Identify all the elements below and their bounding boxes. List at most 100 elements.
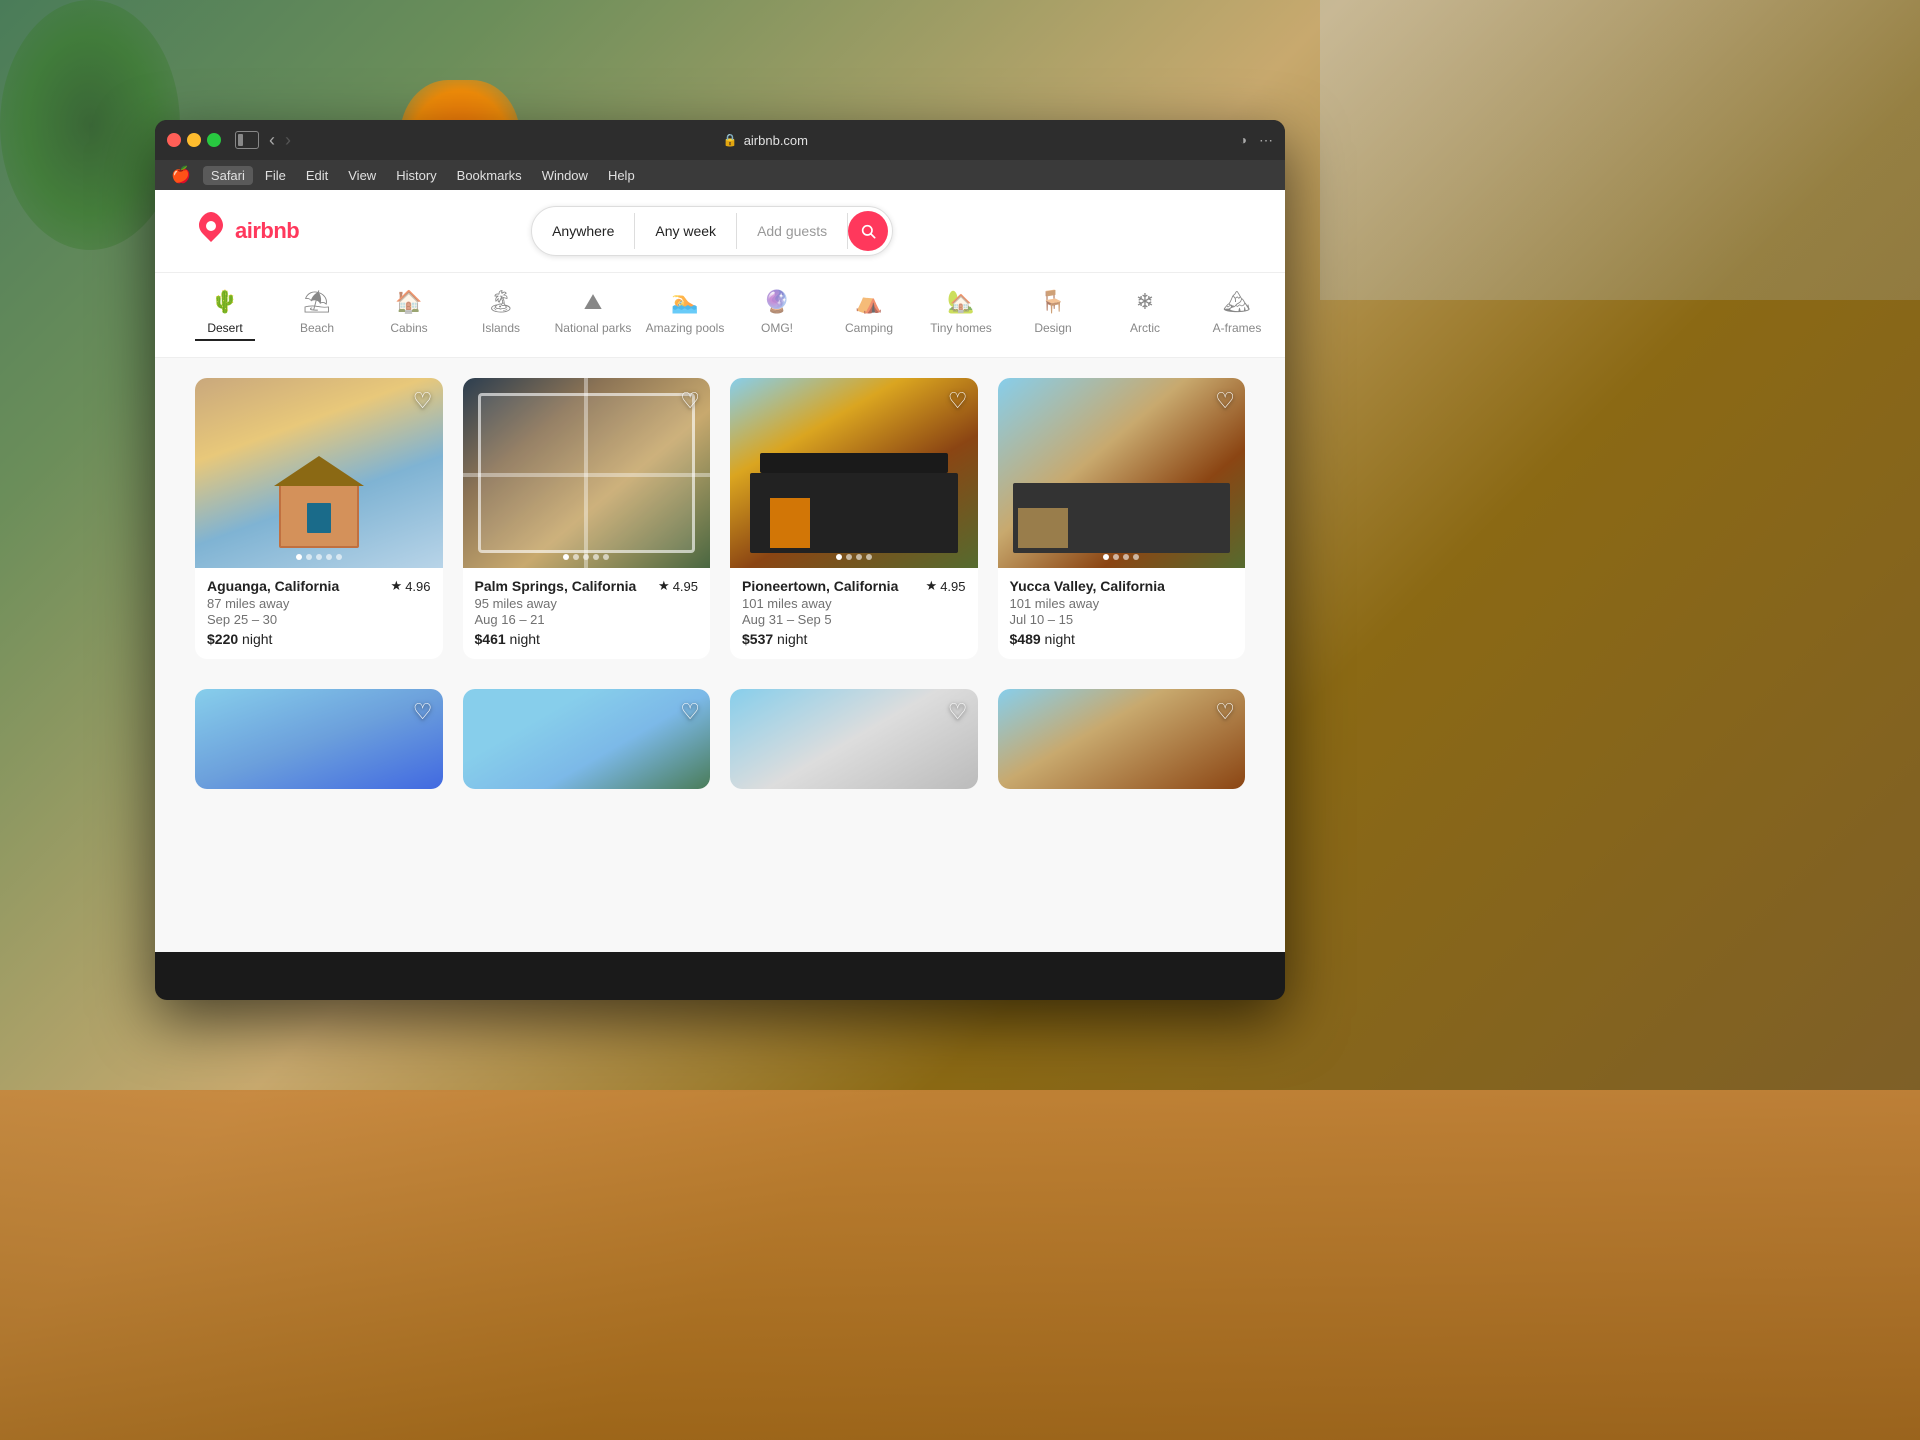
wishlist-button-row2-3[interactable]: ♡ [948, 699, 968, 725]
logo-icon [195, 211, 227, 251]
listing-info-yucca: Yucca Valley, California 101 miles away … [998, 568, 1246, 659]
menu-bar: 🍎 Safari File Edit View History Bookmark… [155, 160, 1285, 190]
search-anywhere[interactable]: Anywhere [532, 213, 635, 249]
listing-rating-palmsprings: ★ 4.95 [658, 578, 698, 594]
apple-menu[interactable]: 🍎 [171, 165, 191, 185]
forward-button: › [285, 130, 291, 151]
listing-image-row2-2: ♡ [463, 689, 711, 789]
window-reflection [1320, 0, 1920, 300]
image-dots-palmsprings [563, 554, 609, 560]
amazing-pools-icon: 🏊 [671, 289, 698, 315]
listing-rating-pioneertown: ★ 4.95 [926, 578, 966, 594]
listing-distance-aguanga: 87 miles away [207, 596, 431, 611]
category-tiny-homes-label: Tiny homes [930, 321, 992, 335]
listing-price-aguanga: $220 night [207, 631, 431, 647]
category-beach[interactable]: ⛱ Beach [287, 289, 347, 341]
laptop-screen: ‹ › 🔒 airbnb.com ◑ ⋯ 🍎 Safari File Edit … [155, 120, 1285, 1000]
menu-bookmarks[interactable]: Bookmarks [449, 166, 530, 185]
menu-history[interactable]: History [388, 166, 444, 185]
listing-location-palmsprings: Palm Springs, California [475, 578, 637, 594]
category-cabins[interactable]: 🏠 Cabins [379, 289, 439, 341]
browser-controls: ◑ ⋯ [1240, 132, 1273, 149]
menu-safari[interactable]: Safari [203, 166, 253, 185]
reader-icon[interactable]: ◑ [1240, 133, 1247, 147]
listing-image-row2-4: ♡ [998, 689, 1246, 789]
star-icon: ★ [658, 578, 670, 594]
wishlist-button-palmsprings[interactable]: ♡ [680, 388, 700, 414]
category-arctic[interactable]: ❄ Arctic [1115, 289, 1175, 341]
airbnb-page: airbnb Anywhere Any week Add guests [155, 190, 1285, 952]
listing-image-pioneertown: ♡ [730, 378, 978, 568]
wishlist-button-row2-1[interactable]: ♡ [413, 699, 433, 725]
arctic-icon: ❄ [1136, 289, 1154, 315]
desert-icon: 🌵 [211, 289, 238, 315]
category-a-frames[interactable]: 🏔 A-frames [1207, 289, 1267, 341]
wishlist-button-pioneertown[interactable]: ♡ [948, 388, 968, 414]
category-national-parks[interactable]: ⛰ National parks [563, 289, 623, 341]
category-arctic-label: Arctic [1130, 321, 1160, 335]
image-dots-aguanga [296, 554, 342, 560]
search-any-week[interactable]: Any week [635, 213, 737, 249]
url-display: airbnb.com [744, 133, 808, 148]
listings-grid: ♡ Aguanga, California ★ 4.96 [155, 358, 1285, 679]
category-camping[interactable]: ⛺ Camping [839, 289, 899, 341]
close-button[interactable] [167, 133, 181, 147]
back-button[interactable]: ‹ [269, 130, 275, 151]
category-desert[interactable]: 🌵 Desert [195, 289, 255, 341]
airbnb-logo[interactable]: airbnb [195, 211, 299, 251]
sidebar-toggle[interactable] [235, 131, 259, 149]
listing-card-row2-1[interactable]: ♡ [195, 689, 443, 789]
image-dots-pioneertown [836, 554, 872, 560]
logo-text: airbnb [235, 218, 299, 244]
category-national-parks-label: National parks [555, 321, 632, 335]
star-icon: ★ [391, 578, 403, 594]
listing-card-row2-2[interactable]: ♡ [463, 689, 711, 789]
listing-price-palmsprings: $461 night [475, 631, 699, 647]
listing-card-row2-3[interactable]: ♡ [730, 689, 978, 789]
search-button[interactable] [848, 211, 888, 251]
islands-icon: 🏝 [487, 289, 515, 315]
listing-dates-palmsprings: Aug 16 – 21 [475, 612, 699, 627]
menu-file[interactable]: File [257, 166, 294, 185]
share-icon[interactable]: ⋯ [1259, 132, 1273, 149]
category-design[interactable]: 🪑 Design [1023, 289, 1083, 341]
listing-card-pioneertown[interactable]: ♡ Pioneertown, California ★ 4.95 [730, 378, 978, 659]
listing-card-palmsprings[interactable]: ♡ Palm Springs, California ★ 4. [463, 378, 711, 659]
listing-distance-pioneertown: 101 miles away [742, 596, 966, 611]
menu-window[interactable]: Window [534, 166, 596, 185]
camping-icon: ⛺ [855, 289, 882, 315]
wishlist-button-row2-4[interactable]: ♡ [1215, 699, 1235, 725]
wishlist-button-aguanga[interactable]: ♡ [413, 388, 433, 414]
beach-icon: ⛱ [303, 289, 331, 315]
listing-card-aguanga[interactable]: ♡ Aguanga, California ★ 4.96 [195, 378, 443, 659]
listings-row2: ♡ ♡ ♡ ♡ [155, 669, 1285, 809]
browser-address-bar[interactable]: 🔒 airbnb.com [297, 133, 1234, 148]
listing-dates-yucca: Jul 10 – 15 [1010, 612, 1234, 627]
wishlist-button-yucca[interactable]: ♡ [1215, 388, 1235, 414]
menu-help[interactable]: Help [600, 166, 643, 185]
listing-location-yucca: Yucca Valley, California [1010, 578, 1165, 594]
listing-card-row2-4[interactable]: ♡ [998, 689, 1246, 789]
wishlist-button-row2-2[interactable]: ♡ [680, 699, 700, 725]
listing-image-row2-3: ♡ [730, 689, 978, 789]
category-amazing-pools[interactable]: 🏊 Amazing pools [655, 289, 715, 341]
menu-edit[interactable]: Edit [298, 166, 336, 185]
table-surface [0, 1090, 1920, 1440]
minimize-button[interactable] [187, 133, 201, 147]
category-navigation: 🌵 Desert ⛱ Beach 🏠 Cabins 🏝 Islands ⛰ Na… [155, 273, 1285, 358]
image-dots-yucca [1103, 554, 1139, 560]
category-omg[interactable]: 🔮 OMG! [747, 289, 807, 341]
category-tiny-homes[interactable]: 🏡 Tiny homes [931, 289, 991, 341]
listing-price-pioneertown: $537 night [742, 631, 966, 647]
listing-distance-palmsprings: 95 miles away [475, 596, 699, 611]
search-bar[interactable]: Anywhere Any week Add guests [531, 206, 893, 256]
omg-icon: 🔮 [763, 289, 790, 315]
listing-rating-aguanga: ★ 4.96 [391, 578, 431, 594]
menu-view[interactable]: View [340, 166, 384, 185]
category-design-label: Design [1034, 321, 1071, 335]
lock-icon: 🔒 [723, 133, 738, 147]
listing-card-yucca[interactable]: ♡ Yucca Valley, California 101 miles awa… [998, 378, 1246, 659]
category-islands[interactable]: 🏝 Islands [471, 289, 531, 341]
maximize-button[interactable] [207, 133, 221, 147]
search-guests[interactable]: Add guests [737, 213, 848, 249]
